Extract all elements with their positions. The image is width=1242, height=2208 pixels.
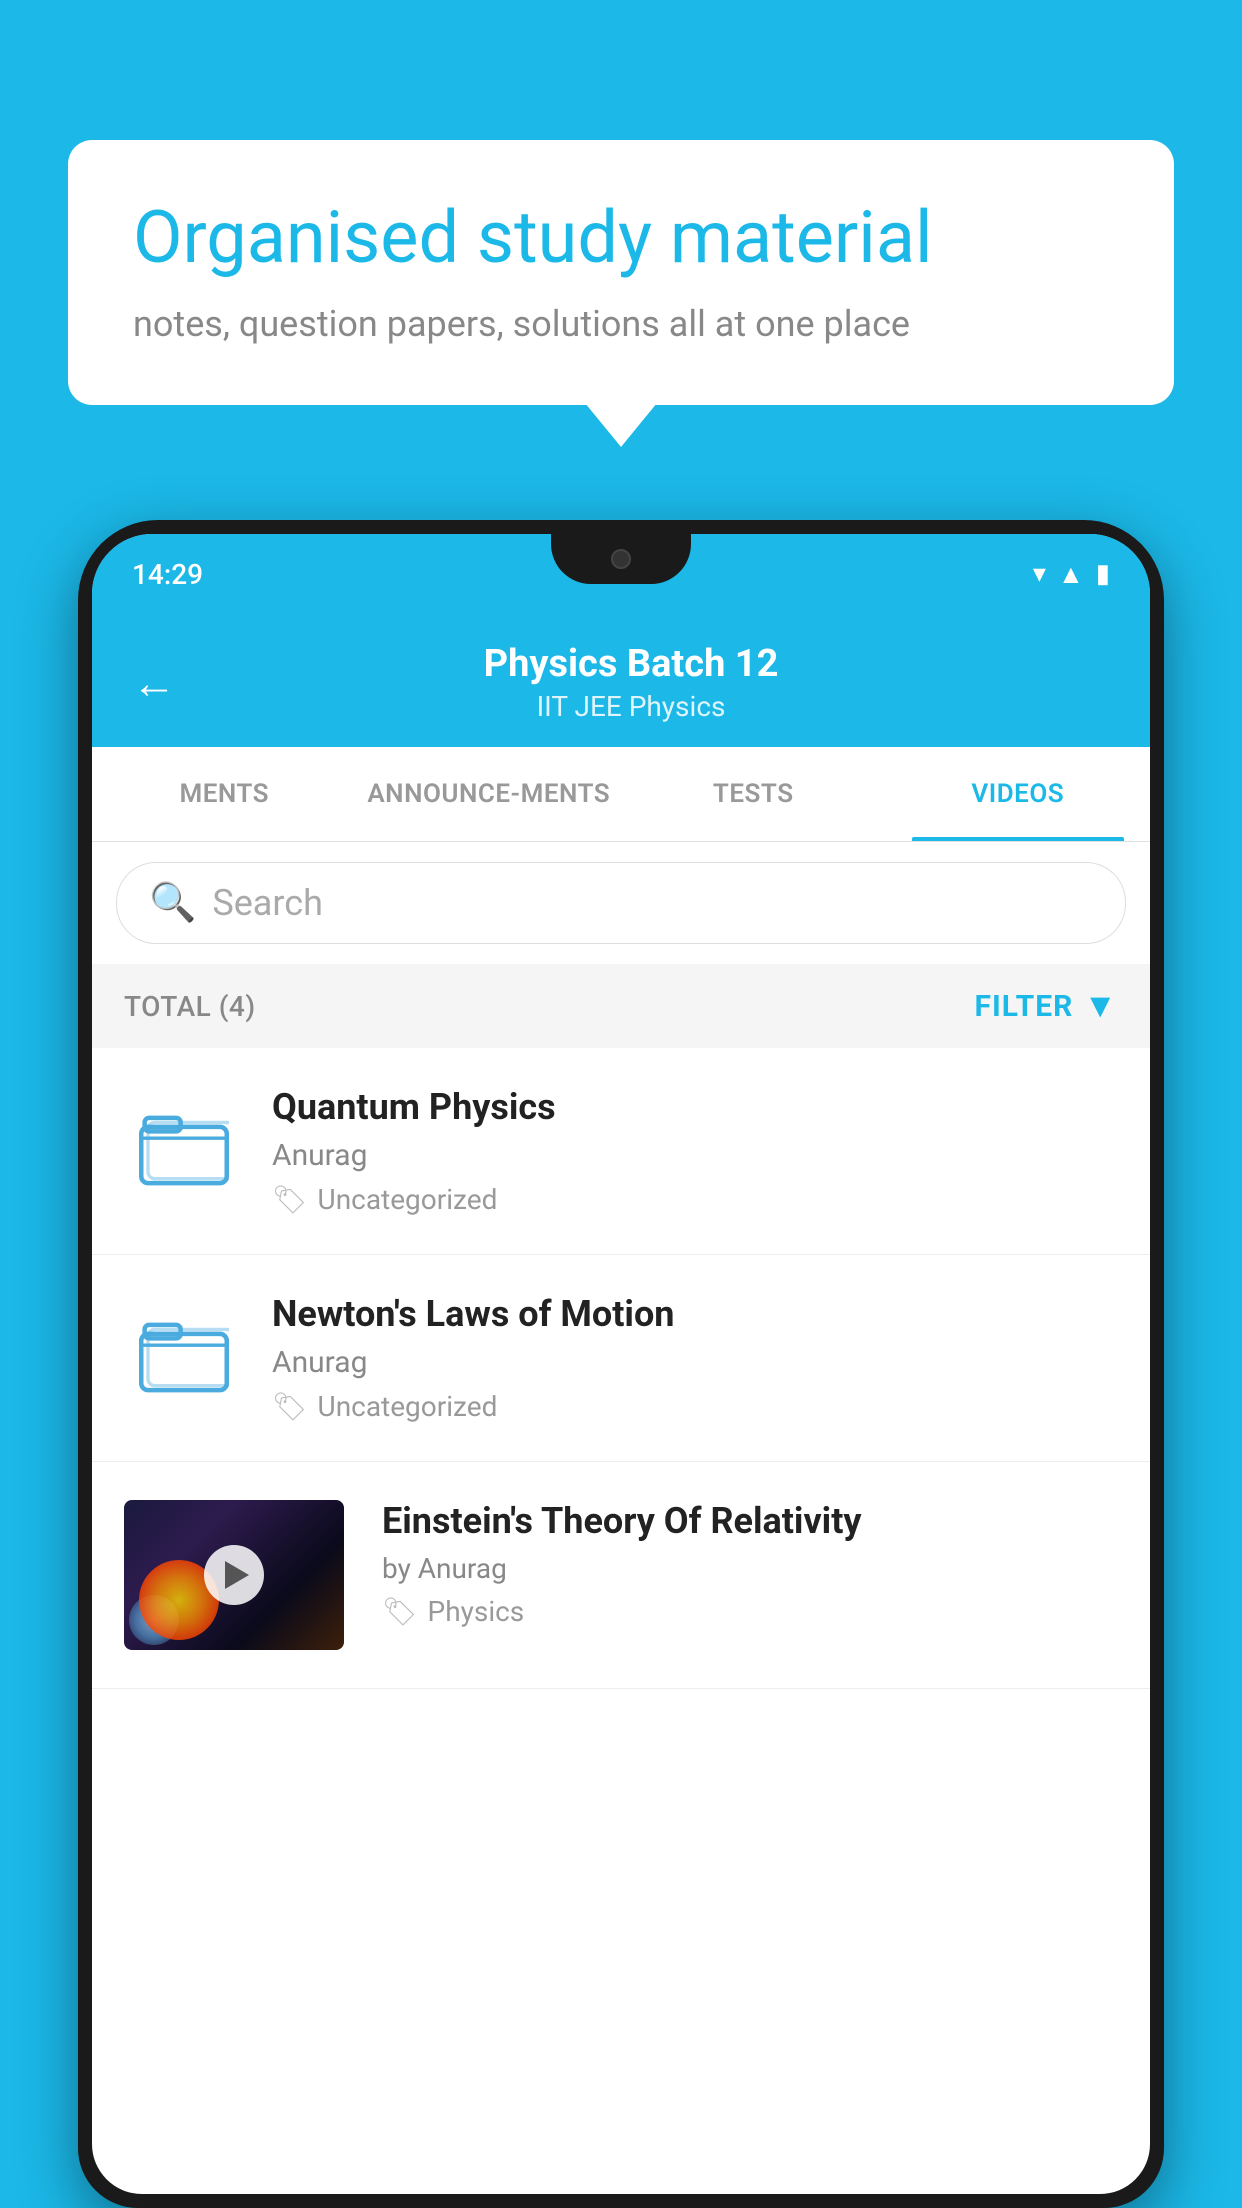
folder-icon — [139, 1101, 229, 1191]
tab-videos[interactable]: VIDEOS — [886, 747, 1151, 841]
filter-button[interactable]: FILTER ▼ — [975, 986, 1118, 1026]
batch-name: Physics Batch 12 — [196, 642, 1066, 686]
folder-thumbnail — [124, 1086, 244, 1206]
tab-announcements[interactable]: ANNOUNCE-MENTS — [357, 747, 622, 841]
list-item[interactable]: Einstein's Theory Of Relativity by Anura… — [92, 1462, 1150, 1689]
video-list: Quantum Physics Anurag 🏷 Uncategorized — [92, 1048, 1150, 1689]
filter-bar: TOTAL (4) FILTER ▼ — [92, 964, 1150, 1048]
video-title: Einstein's Theory Of Relativity — [382, 1500, 1118, 1542]
folder-thumbnail — [124, 1293, 244, 1413]
search-bar-container: 🔍 Search — [92, 842, 1150, 964]
wifi-icon: ▾ — [1033, 559, 1046, 589]
list-item[interactable]: Newton's Laws of Motion Anurag 🏷 Uncateg… — [92, 1255, 1150, 1462]
video-info: Einstein's Theory Of Relativity by Anura… — [372, 1500, 1118, 1628]
phone-frame: 14:29 ▾ ▲ ▮ ← Physics Batch 12 IIT JEE P… — [78, 520, 1164, 2208]
search-icon: 🔍 — [149, 881, 196, 925]
tab-ments[interactable]: MENTS — [92, 747, 357, 841]
video-info: Quantum Physics Anurag 🏷 Uncategorized — [272, 1086, 1118, 1216]
video-tag: 🏷 Uncategorized — [272, 1390, 1118, 1423]
speech-bubble: Organised study material notes, question… — [68, 140, 1174, 405]
speech-bubble-heading: Organised study material — [133, 195, 1109, 281]
video-author: by Anurag — [382, 1552, 1118, 1585]
app-header: ← Physics Batch 12 IIT JEE Physics — [92, 614, 1150, 747]
play-button[interactable] — [204, 1545, 264, 1605]
batch-tags: IIT JEE Physics — [196, 690, 1066, 723]
speech-bubble-container: Organised study material notes, question… — [68, 140, 1174, 405]
video-author: Anurag — [272, 1138, 1118, 1173]
video-tag: 🏷 Physics — [382, 1595, 1118, 1628]
search-placeholder: Search — [212, 882, 323, 924]
filter-label: FILTER — [975, 989, 1074, 1024]
play-icon — [225, 1561, 249, 1589]
back-button[interactable]: ← — [132, 657, 176, 709]
list-item[interactable]: Quantum Physics Anurag 🏷 Uncategorized — [92, 1048, 1150, 1255]
tag-icon: 🏷 — [382, 1595, 418, 1628]
search-bar[interactable]: 🔍 Search — [116, 862, 1126, 944]
status-time: 14:29 — [132, 558, 203, 591]
battery-icon: ▮ — [1096, 559, 1110, 589]
tag-label: Uncategorized — [318, 1390, 498, 1423]
tag-label: Physics — [428, 1595, 525, 1628]
camera-dot — [611, 549, 631, 569]
video-title: Newton's Laws of Motion — [272, 1293, 1118, 1335]
video-tag: 🏷 Uncategorized — [272, 1183, 1118, 1216]
video-author: Anurag — [272, 1345, 1118, 1380]
tag-icon: 🏷 — [272, 1390, 308, 1423]
header-title-area: Physics Batch 12 IIT JEE Physics — [196, 642, 1110, 723]
video-title: Quantum Physics — [272, 1086, 1118, 1128]
phone-notch — [551, 534, 691, 584]
filter-icon: ▼ — [1083, 986, 1118, 1026]
total-count: TOTAL (4) — [124, 990, 256, 1023]
tag-label: Uncategorized — [318, 1183, 498, 1216]
status-icons: ▾ ▲ ▮ — [1033, 559, 1110, 590]
tab-tests[interactable]: TESTS — [621, 747, 886, 841]
status-bar: 14:29 ▾ ▲ ▮ — [92, 534, 1150, 614]
signal-icon: ▲ — [1058, 559, 1084, 590]
tabs-bar: MENTS ANNOUNCE-MENTS TESTS VIDEOS — [92, 747, 1150, 842]
folder-icon — [139, 1308, 229, 1398]
tag-icon: 🏷 — [272, 1183, 308, 1216]
video-info: Newton's Laws of Motion Anurag 🏷 Uncateg… — [272, 1293, 1118, 1423]
video-thumbnail — [124, 1500, 344, 1650]
speech-bubble-subtext: notes, question papers, solutions all at… — [133, 303, 1109, 345]
phone-screen: 14:29 ▾ ▲ ▮ ← Physics Batch 12 IIT JEE P… — [92, 534, 1150, 2194]
